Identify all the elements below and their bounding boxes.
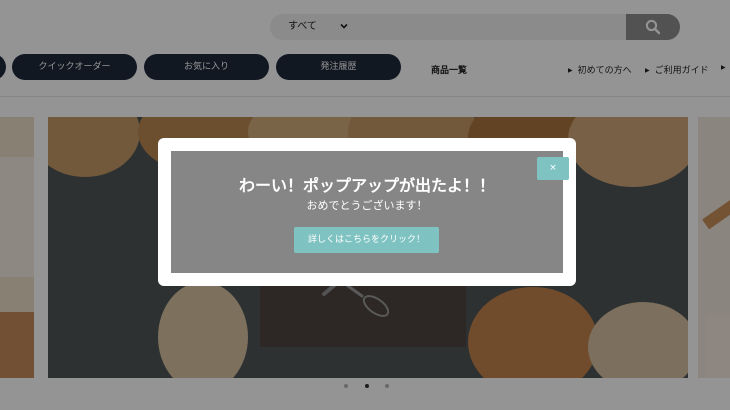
popup-modal: わーい！ポップアップが出たよ！！ おめでとうございます！ 詳しくはこちらをクリッ… — [158, 138, 576, 286]
close-button[interactable]: × — [537, 157, 569, 180]
popup-panel: わーい！ポップアップが出たよ！！ おめでとうございます！ 詳しくはこちらをクリッ… — [171, 151, 563, 273]
popup-details-button[interactable]: 詳しくはこちらをクリック！ — [294, 227, 439, 253]
popup-message: おめでとうございます！ — [306, 199, 428, 212]
popup-title: わーい！ポップアップが出たよ！！ — [238, 176, 495, 195]
